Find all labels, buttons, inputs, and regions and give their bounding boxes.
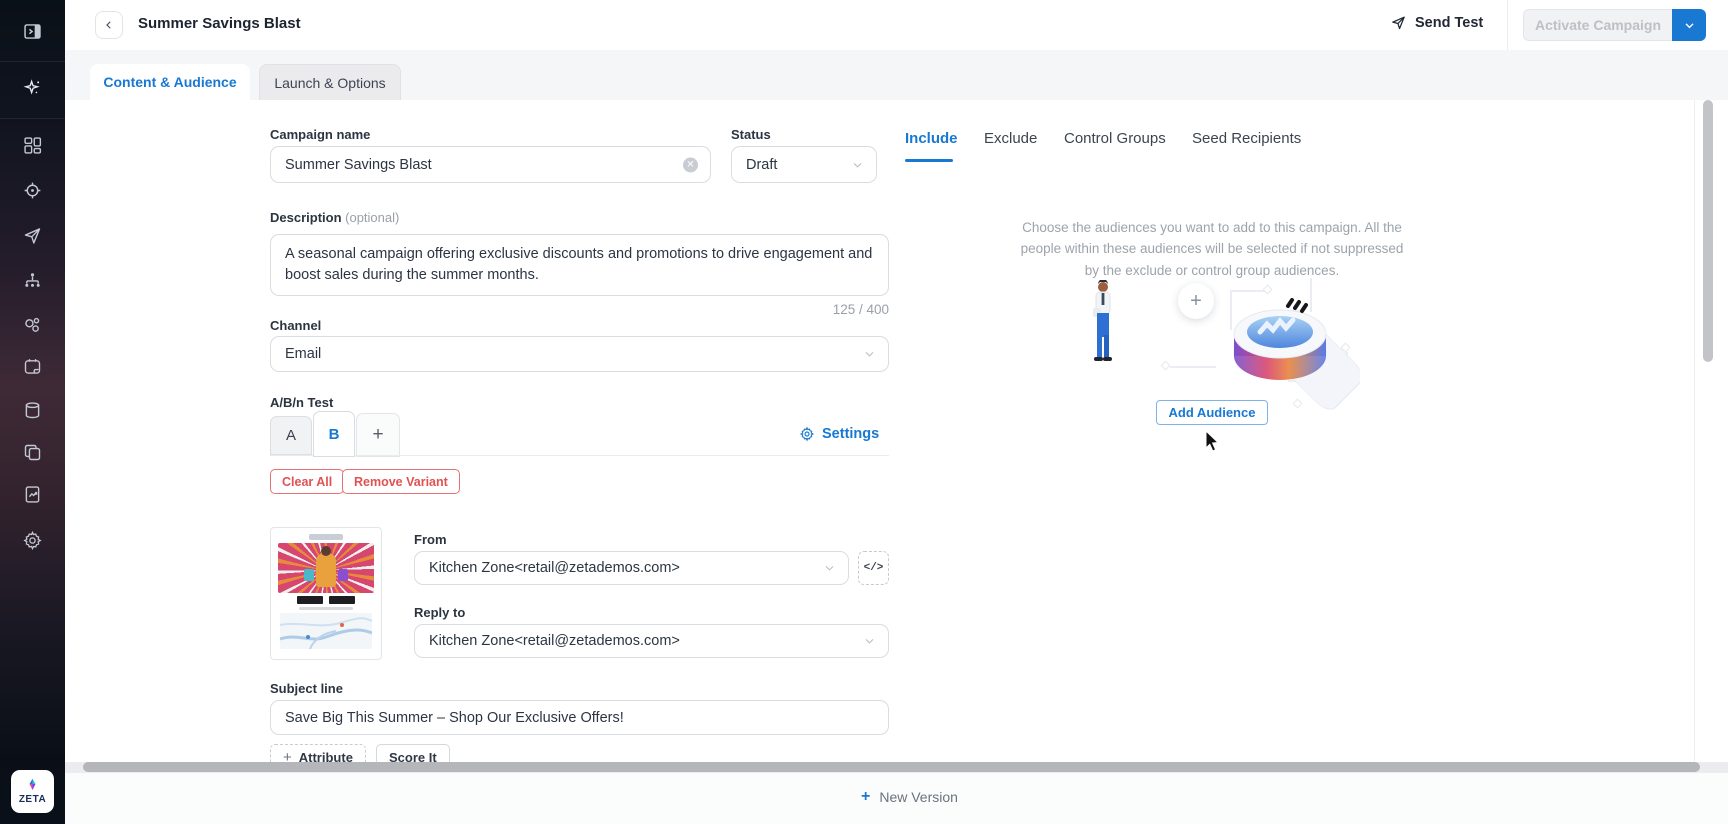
page-tabstrip: Content & Audience Launch & Options xyxy=(65,50,1728,100)
gear-icon xyxy=(799,426,815,442)
sidebar: ZETA xyxy=(0,0,65,824)
panel-right-hairline xyxy=(1694,100,1695,762)
from-label: From xyxy=(414,532,447,547)
chevron-down-icon xyxy=(863,635,876,648)
settings-gear-icon[interactable] xyxy=(22,530,43,551)
chevron-down-icon xyxy=(823,562,836,575)
activate-campaign-label: Activate Campaign xyxy=(1535,17,1661,33)
calendar-icon[interactable] xyxy=(22,356,43,377)
clear-all-button[interactable]: Clear All xyxy=(270,469,344,494)
reply-to-label: Reply to xyxy=(414,605,465,620)
active-tab-underline xyxy=(905,159,953,162)
zeta-logo[interactable]: ZETA xyxy=(11,770,54,813)
vertical-scrollbar[interactable] xyxy=(1703,100,1713,362)
chevron-down-icon xyxy=(851,158,864,171)
add-variant-tab[interactable]: + xyxy=(356,413,400,457)
send-icon[interactable] xyxy=(22,225,43,246)
tab-content-audience[interactable]: Content & Audience xyxy=(90,64,250,100)
channel-label: Channel xyxy=(270,318,321,333)
activate-campaign-button[interactable]: Activate Campaign xyxy=(1523,9,1672,41)
audience-bubbles-icon[interactable] xyxy=(22,315,43,336)
campaign-name-value: Summer Savings Blast xyxy=(285,157,432,173)
description-char-counter: 125 / 400 xyxy=(689,302,889,317)
chevron-down-icon xyxy=(1683,19,1696,32)
campaign-name-input[interactable]: Summer Savings Blast ✕ xyxy=(270,146,711,183)
from-select[interactable]: Kitchen Zone<retail@zetademos.com> xyxy=(414,551,849,585)
horizontal-scrollbar[interactable] xyxy=(83,762,1700,772)
new-version-label: New Version xyxy=(879,789,958,805)
paper-plane-icon xyxy=(1390,14,1407,31)
audience-tab-seed-recipients[interactable]: Seed Recipients xyxy=(1192,130,1301,147)
status-select[interactable]: Draft xyxy=(731,146,877,183)
audience-tab-exclude[interactable]: Exclude xyxy=(984,130,1037,147)
sidebar-divider xyxy=(0,61,65,62)
report-doc-icon[interactable] xyxy=(22,484,43,505)
bottom-strip: + New Version xyxy=(65,772,1728,824)
add-audience-button[interactable]: Add Audience xyxy=(1156,400,1268,425)
journey-tree-icon[interactable] xyxy=(22,270,43,291)
tab-launch-options[interactable]: Launch & Options xyxy=(259,64,401,100)
copy-pages-icon[interactable] xyxy=(22,442,43,463)
dashboard-icon[interactable] xyxy=(22,135,43,156)
tab-content-audience-label: Content & Audience xyxy=(103,74,236,90)
thumb-buttons xyxy=(297,596,355,604)
database-icon[interactable] xyxy=(22,400,43,421)
plus-icon: + xyxy=(861,788,870,806)
description-label: Description (optional) xyxy=(270,210,399,225)
app-root: ZETA Summer Savings Blast Send Test Acti… xyxy=(0,0,1728,824)
remove-variant-button[interactable]: Remove Variant xyxy=(342,469,460,494)
thumb-map-image xyxy=(280,613,372,649)
abn-settings-link[interactable]: Settings xyxy=(799,426,879,442)
status-label: Status xyxy=(731,127,771,142)
audience-tab-control-groups[interactable]: Control Groups xyxy=(1064,130,1166,147)
channel-select[interactable]: Email xyxy=(270,336,889,372)
data-stack-illustration xyxy=(1200,290,1360,410)
new-version-button[interactable]: + New Version xyxy=(861,788,958,806)
audience-tab-include[interactable]: Include xyxy=(905,130,958,147)
variant-divider xyxy=(270,455,889,456)
clear-campaign-name-icon[interactable]: ✕ xyxy=(683,157,698,172)
panel-toggle-icon[interactable] xyxy=(22,21,43,42)
ai-sparkle-icon[interactable] xyxy=(22,78,43,99)
campaign-name-label: Campaign name xyxy=(270,127,370,142)
chevron-down-icon xyxy=(863,348,876,361)
reply-to-value: Kitchen Zone<retail@zetademos.com> xyxy=(429,633,680,649)
description-optional-label: (optional) xyxy=(345,210,399,225)
back-button[interactable] xyxy=(95,11,123,39)
page-title: Summer Savings Blast xyxy=(138,15,301,32)
chevron-left-icon xyxy=(103,19,115,31)
add-plus-circle-icon[interactable]: + xyxy=(1178,283,1214,319)
channel-value: Email xyxy=(285,346,321,362)
thumb-text-line xyxy=(299,607,353,610)
code-view-button[interactable]: </> xyxy=(858,551,889,585)
email-preview-thumbnail[interactable] xyxy=(270,527,382,660)
zeta-logo-text: ZETA xyxy=(19,794,46,805)
send-test-button[interactable]: Send Test xyxy=(1390,14,1483,31)
person-illustration xyxy=(1088,280,1118,368)
activate-dropdown-button[interactable] xyxy=(1672,9,1706,41)
thumb-brand-logo xyxy=(309,534,343,540)
abn-test-label: A/B/n Test xyxy=(270,395,333,410)
from-value: Kitchen Zone<retail@zetademos.com> xyxy=(429,560,680,576)
zeta-diamond-icon xyxy=(25,778,40,793)
status-value: Draft xyxy=(746,157,777,173)
mouse-cursor xyxy=(1205,430,1222,454)
audience-illustration xyxy=(1050,270,1380,420)
header-divider xyxy=(1507,0,1508,50)
variant-tab-a[interactable]: A xyxy=(270,416,312,455)
send-test-label: Send Test xyxy=(1415,15,1483,31)
sidebar-divider xyxy=(0,118,65,119)
variant-tab-b[interactable]: B xyxy=(313,411,355,457)
abn-settings-label: Settings xyxy=(822,426,879,442)
description-textarea[interactable]: A seasonal campaign offering exclusive d… xyxy=(270,234,889,296)
subject-line-label: Subject line xyxy=(270,681,343,696)
reply-to-select[interactable]: Kitchen Zone<retail@zetademos.com> xyxy=(414,624,889,658)
subject-line-input[interactable] xyxy=(270,700,889,735)
top-header: Summer Savings Blast Send Test Activate … xyxy=(65,0,1728,50)
target-icon[interactable] xyxy=(22,180,43,201)
thumb-hero-image xyxy=(278,543,374,593)
tab-launch-options-label: Launch & Options xyxy=(274,75,385,91)
